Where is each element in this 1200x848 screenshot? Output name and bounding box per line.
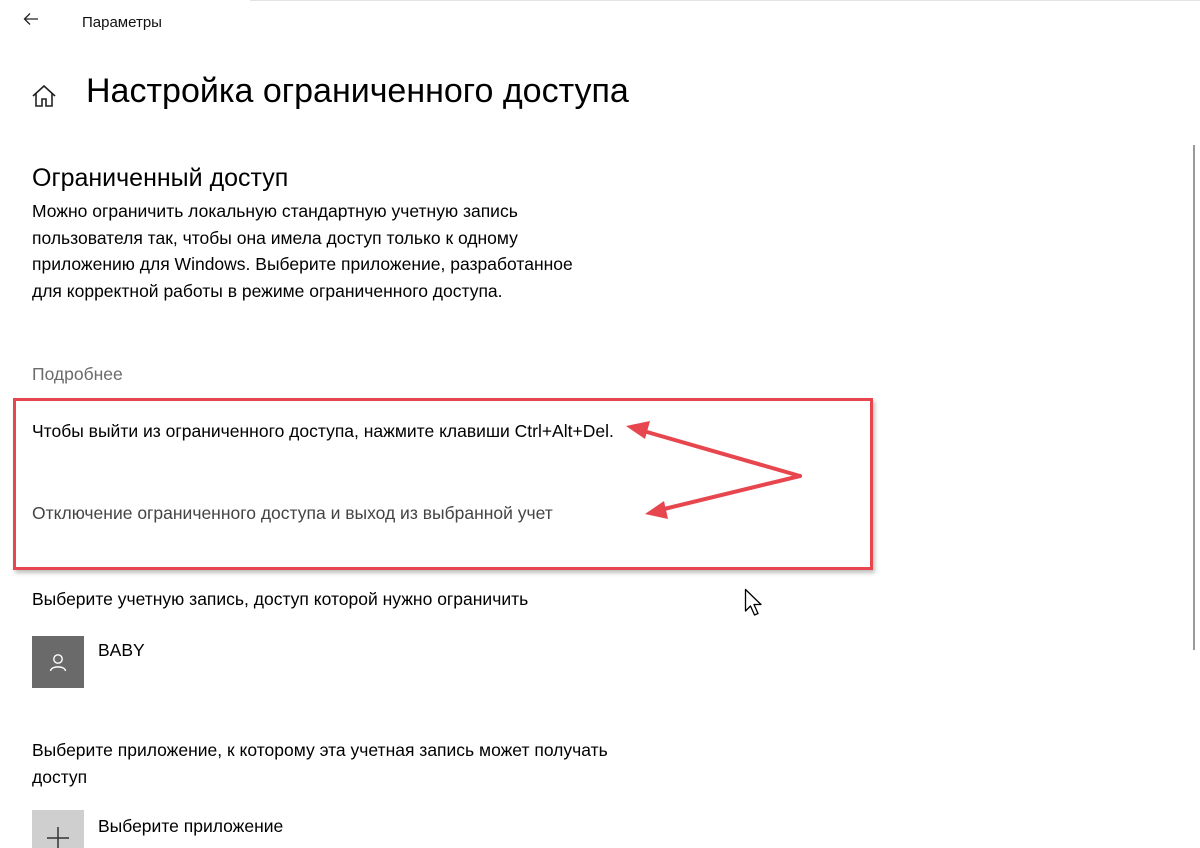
settings-window: Параметры Настройка ограниченного доступ… xyxy=(0,0,1200,848)
home-icon[interactable] xyxy=(31,83,57,109)
more-link[interactable]: Подробнее xyxy=(32,364,123,385)
choose-app-button-label[interactable]: Выберите приложение xyxy=(98,816,283,837)
disable-assigned-access-link[interactable]: Отключение ограниченного доступа и выход… xyxy=(32,503,628,524)
account-name[interactable]: BABY xyxy=(98,640,145,661)
app-title: Параметры xyxy=(82,14,162,31)
choose-account-label: Выберите учетную запись, доступ которой … xyxy=(32,589,529,609)
scrollbar[interactable] xyxy=(1193,145,1195,650)
title-bar: Параметры xyxy=(0,0,1200,44)
plus-icon xyxy=(47,827,69,848)
user-icon xyxy=(49,654,67,672)
back-button[interactable] xyxy=(14,4,48,34)
add-app-tile[interactable] xyxy=(32,810,84,848)
page-title: Настройка ограниченного доступа xyxy=(86,72,629,110)
section-title: Ограниченный доступ xyxy=(32,164,289,192)
mouse-cursor-icon xyxy=(744,588,762,616)
back-arrow-icon xyxy=(23,13,38,25)
section-description: Можно ограничить локальную стандартную у… xyxy=(32,201,573,301)
exit-hint-text: Чтобы выйти из ограниченного доступа, на… xyxy=(32,421,614,441)
choose-app-label: Выберите приложение, к которому эта учет… xyxy=(32,740,608,787)
account-avatar-tile[interactable] xyxy=(32,636,84,688)
